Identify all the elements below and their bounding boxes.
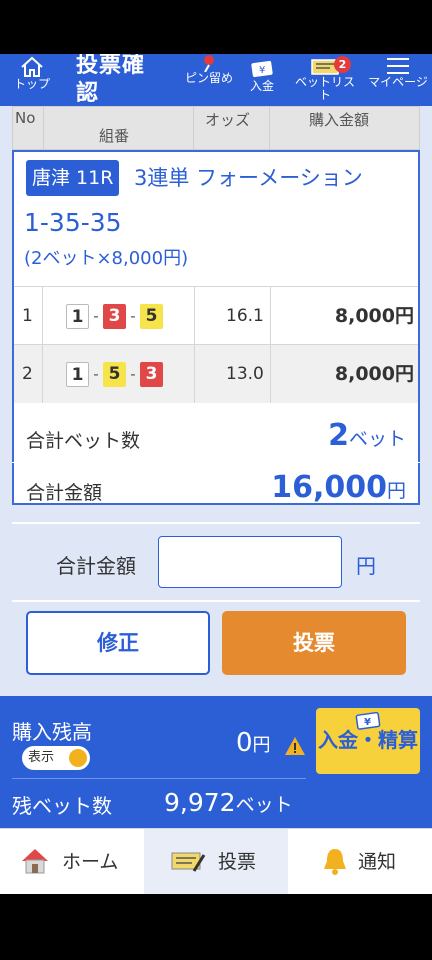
pin-icon [204,55,214,72]
confirm-amount-input[interactable] [158,536,342,588]
balance-unit: 円 [252,735,271,756]
header-deposit-link[interactable]: ¥ 入金 [240,60,284,93]
divider [12,462,420,463]
total-amount-value: 16,000円 [271,470,406,505]
total-bets-unit: ベット [348,428,406,450]
balance-display-toggle[interactable]: 表示 [22,746,90,770]
total-amount-unit: 円 [386,480,406,502]
header-mypage-link[interactable]: マイページ [368,56,428,89]
vote-button[interactable]: 投票 [222,611,406,675]
header-top-label: トップ [13,77,50,91]
header-top-link[interactable]: トップ [8,56,56,91]
header-deposit-label: 入金 [249,79,274,93]
total-amount-label: 合計金額 [26,482,103,504]
home-icon [21,56,43,77]
column-amount: 購入金額 [309,111,370,129]
boat-number-1: 1 [66,303,89,329]
bet-note: (2ベット×8,000円) [24,248,189,269]
modify-button[interactable]: 修正 [26,611,210,675]
boat-number-3: 5 [140,303,163,329]
tab-home[interactable]: ホーム [0,829,144,895]
row-no: 1 [22,306,33,326]
boat-number-2: 3 [103,303,126,329]
confirm-amount-label: 合計金額 [56,554,136,578]
svg-text:¥: ¥ [259,65,265,76]
row-combination: 1-5-3 [66,345,163,403]
total-bets-number: 2 [328,418,349,453]
tab-home-label: ホーム [62,851,119,873]
deposit-settle-button[interactable]: ¥ 入金・精算 [316,708,420,774]
row-no: 2 [22,364,33,384]
row-amount: 8,000円 [334,305,414,327]
column-no: No [15,109,36,127]
bet-type: 3連単 フォーメーション [134,166,363,190]
divider [12,778,306,779]
boat-number-2: 5 [103,361,126,387]
header-pin-link[interactable]: ピン留め [184,54,234,85]
table-header: No 組番 オッズ 購入金額 [12,106,420,151]
remaining-bets-value: 9,972ベット [164,788,293,817]
money-icon: ¥ [251,60,273,78]
row-odds: 13.0 [226,364,264,384]
warning-icon [285,737,305,755]
money-icon: ¥ [355,712,381,730]
menu-icon [387,58,409,74]
table-row: 1 1-3-5 16.1 8,000円 [14,286,418,345]
tab-notify[interactable]: 通知 [288,829,432,895]
bottom-tab-bar: ホーム 投票 通知 [0,828,432,895]
remaining-bets-label: 残ベット数 [12,794,112,818]
balance-panel: 購入残高 表示 0円 ¥ 入金・精算 残ベット数 9,972ベット [0,696,432,828]
header-mypage-label: マイページ [368,75,428,89]
balance-label: 購入残高 [12,720,92,744]
total-bets-label: 合計ベット数 [26,430,141,452]
tab-vote[interactable]: 投票 [144,829,288,895]
total-amount-number: 16,000 [271,470,387,505]
toggle-knob [69,749,87,767]
page-title: 投票確認 [76,54,146,106]
status-bar-area [0,0,432,54]
toggle-label: 表示 [28,750,55,765]
header-betlist-label: ベットリスト [294,75,355,102]
venue-race-tag: 唐津 11R [26,160,120,196]
bet-list-count-badge: 2 [334,56,351,73]
tab-vote-label: 投票 [218,851,257,873]
divider [12,600,420,602]
row-combination: 1-3-5 [66,287,163,345]
bell-icon [324,849,346,875]
app-screen: トップ 投票確認 ピン留め ¥ 入金 ベットリスト 2 マイページ No 組番 … [0,0,432,960]
confirm-amount-unit: 円 [356,554,376,578]
tab-notify-label: 通知 [358,851,397,873]
boat-number-3: 3 [140,361,163,387]
boat-number-1: 1 [66,361,89,387]
total-bets-value: 2ベット [328,418,406,453]
svg-text:¥: ¥ [364,717,371,728]
bet-ticket-icon [171,852,206,872]
column-odds: オッズ [205,111,251,129]
remaining-bets-unit: ベット [235,794,293,816]
header-pin-label: ピン留め [184,71,233,85]
home-icon [22,849,48,874]
row-odds: 16.1 [226,306,264,326]
balance-value: 0円 [236,728,271,758]
top-header: トップ 投票確認 ピン留め ¥ 入金 ベットリスト 2 マイページ [0,54,432,106]
header-betlist-link[interactable]: ベットリスト 2 [290,56,360,102]
bet-combination: 1-35-35 [24,208,122,237]
row-amount: 8,000円 [334,363,414,385]
main-content: No 組番 オッズ 購入金額 唐津 11R 3連単 フォーメーション 1-35-… [0,106,432,696]
nav-bar-area [0,894,432,960]
remaining-bets-number: 9,972 [164,788,236,817]
divider [12,522,420,524]
balance-number: 0 [236,728,253,758]
table-row: 2 1-5-3 13.0 8,000円 [14,344,418,403]
column-combination: 組番 [99,127,130,145]
